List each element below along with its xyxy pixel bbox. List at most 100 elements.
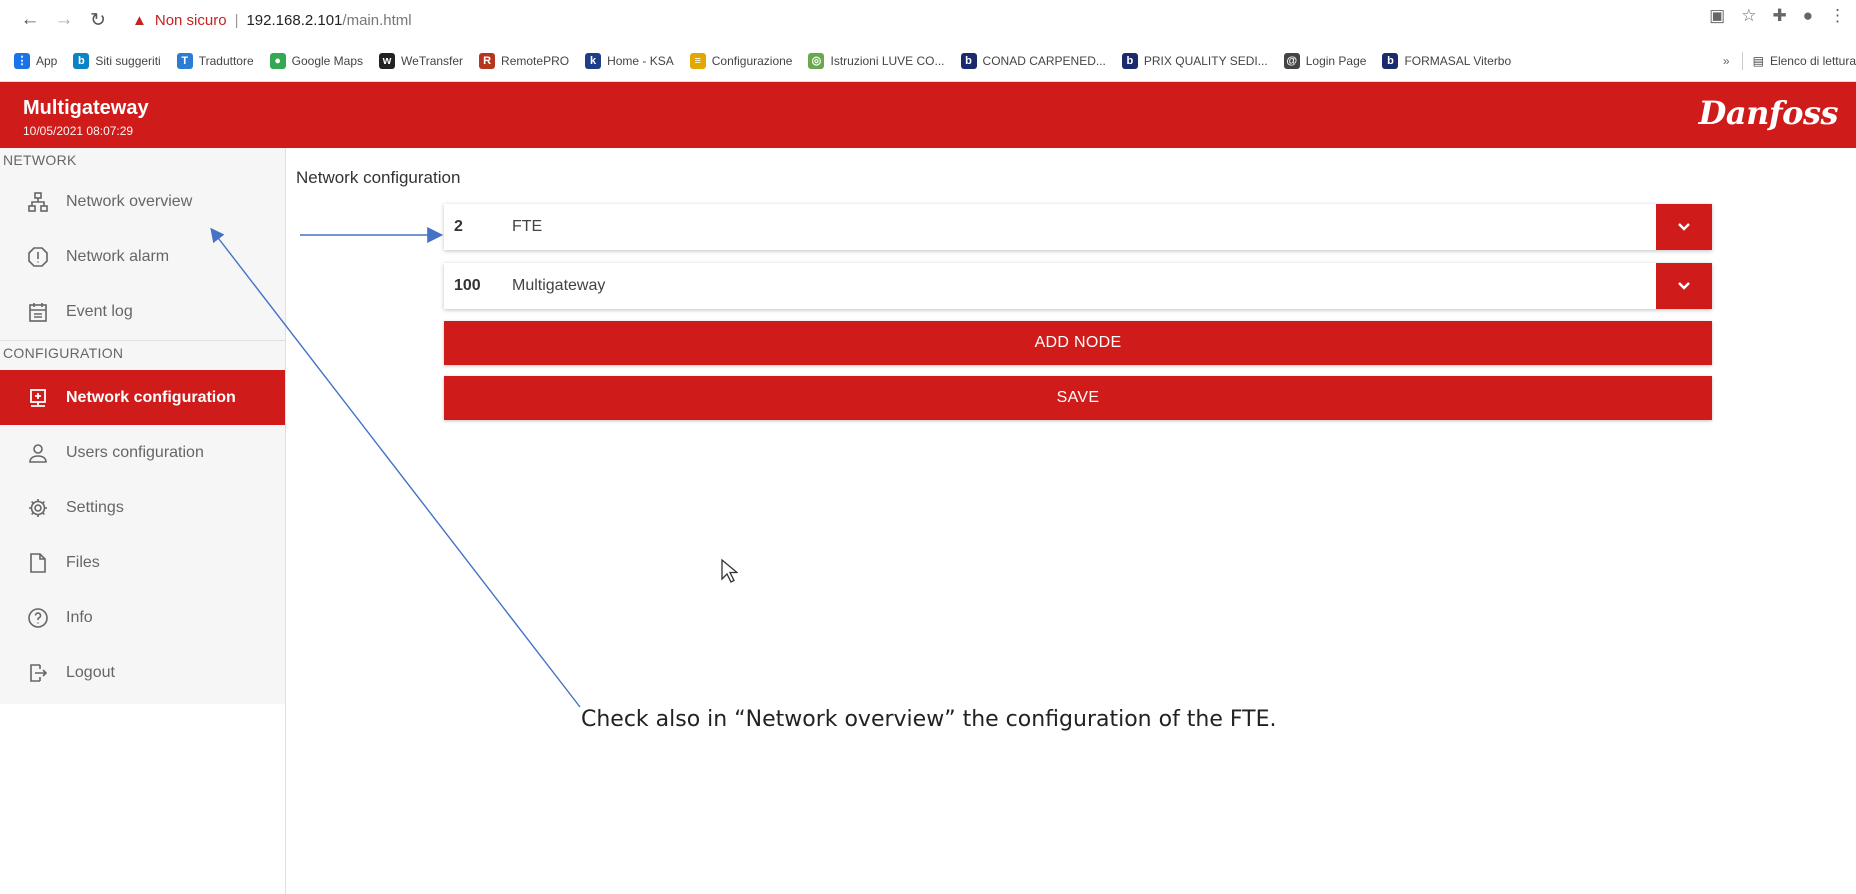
- node-name: FTE: [512, 218, 543, 235]
- bookmark-configurazione[interactable]: ≡ Configurazione: [689, 52, 793, 69]
- bookmark-label: Traduttore: [198, 53, 254, 68]
- sidebar-item-label: Files: [66, 553, 100, 571]
- bookmark-label: Home - KSA: [607, 53, 674, 68]
- bookmark-siti-suggeriti[interactable]: b Siti suggeriti: [73, 52, 161, 69]
- bookmark-label: Google Maps: [291, 53, 364, 68]
- app-datetime: 10/05/2021 08:07:29: [23, 124, 134, 138]
- bookmark-istruzioni-luve[interactable]: ◎ Istruzioni LUVE CO...: [808, 52, 945, 69]
- chevron-down-icon[interactable]: [1656, 263, 1712, 309]
- more-bookmarks-button[interactable]: »: [1723, 54, 1730, 68]
- bookmarks-bar: ⋮ App b Siti suggeriti T Traduttore ● Google…: [0, 40, 1856, 82]
- section-configuration: CONFIGURATION: [0, 340, 285, 361]
- sidebar-item-users-configuration[interactable]: Users configuration: [0, 425, 285, 480]
- extensions-icon[interactable]: ✚: [1772, 6, 1786, 26]
- star-icon[interactable]: ☆: [1741, 6, 1756, 26]
- sidebar-item-label: Network alarm: [66, 247, 170, 265]
- bookmark-label: Login Page: [1305, 53, 1367, 68]
- security-indicator[interactable]: ▲ Non sicuro: [132, 12, 227, 29]
- sidebar-item-label: Users configuration: [66, 443, 204, 461]
- brand-logo: Danfoss: [1698, 94, 1839, 132]
- bookmark-prix-quality[interactable]: b PRIX QUALITY SEDI...: [1121, 52, 1268, 69]
- file-icon: [26, 551, 50, 575]
- chevron-down-icon[interactable]: [1656, 204, 1712, 250]
- sidebar-item-info[interactable]: Info: [0, 590, 285, 645]
- security-label: Non sicuro: [154, 11, 227, 29]
- node-id: 2: [454, 218, 463, 235]
- b-icon: b: [1121, 52, 1138, 69]
- browser-address-bar: ← → ↻ ▲ Non sicuro | 192.168.2.101/main.…: [0, 0, 1856, 40]
- profile-icon[interactable]: ●: [1803, 6, 1813, 26]
- bookmark-conad[interactable]: b CONAD CARPENED...: [960, 52, 1106, 69]
- sidebar-item-label: Logout: [66, 663, 115, 681]
- sidebar-item-label: Network overview: [66, 192, 193, 210]
- stack-icon: ≡: [689, 52, 706, 69]
- sidebar-item-logout[interactable]: Logout: [0, 645, 285, 700]
- section-network: NETWORK: [3, 152, 77, 168]
- network-config-icon: [26, 386, 50, 410]
- reading-list-icon: ▤: [1752, 54, 1764, 68]
- bookmark-label: Configurazione: [711, 53, 793, 68]
- sidebar-item-label: Network configuration: [66, 388, 236, 406]
- node-name: Multigateway: [512, 277, 606, 294]
- page-title: Network configuration: [296, 168, 461, 187]
- bing-icon: b: [73, 52, 90, 69]
- forward-arrow-icon[interactable]: →: [50, 6, 78, 34]
- user-icon: [26, 441, 50, 465]
- sidebar-item-network-overview[interactable]: Network overview: [0, 174, 285, 229]
- event-log-icon: [26, 300, 50, 324]
- add-node-button[interactable]: ADD NODE: [444, 321, 1712, 365]
- node-id: 100: [454, 277, 481, 294]
- sidebar-item-settings[interactable]: Settings: [0, 480, 285, 535]
- wetransfer-icon: w: [379, 52, 396, 69]
- ksa-icon: k: [585, 52, 602, 69]
- save-button[interactable]: SAVE: [444, 376, 1712, 420]
- warning-triangle-icon: ▲: [132, 11, 147, 29]
- sidebar-item-files[interactable]: Files: [0, 535, 285, 590]
- app-title: Multigateway: [23, 97, 149, 119]
- bookmark-formasal[interactable]: b FORMASAL Viterbo: [1382, 52, 1512, 69]
- bookmark-remotepro[interactable]: R RemotePRO: [479, 52, 569, 69]
- bookmark-login-page[interactable]: @ Login Page: [1283, 52, 1367, 69]
- url-field[interactable]: 192.168.2.101/main.html: [246, 12, 411, 29]
- bookmark-label: WeTransfer: [401, 53, 464, 68]
- bookmark-google-maps[interactable]: ● Google Maps: [269, 52, 364, 69]
- annotation-text: Check also in “Network overview” the con…: [581, 707, 1277, 732]
- translate-icon[interactable]: ▣: [1709, 6, 1725, 26]
- url-host: 192.168.2.101: [246, 11, 343, 29]
- bookmark-label: CONAD CARPENED...: [982, 53, 1106, 68]
- app-header: Multigateway 10/05/2021 08:07:29 Danfoss: [0, 82, 1856, 148]
- translator-icon: T: [176, 52, 193, 69]
- bookmark-label: PRIX QUALITY SEDI...: [1143, 53, 1268, 68]
- reading-list-button[interactable]: Elenco di lettura: [1770, 54, 1856, 68]
- sidebar-item-label: Settings: [66, 498, 124, 516]
- bookmark-traduttore[interactable]: T Traduttore: [176, 52, 254, 69]
- bookmark-label: Siti suggeriti: [95, 53, 161, 68]
- url-path: /main.html: [342, 11, 412, 29]
- bookmark-app[interactable]: ⋮ App: [14, 52, 57, 69]
- sidebar-item-label: Event log: [66, 302, 133, 320]
- node-row[interactable]: 2 FTE: [444, 204, 1712, 250]
- remotepro-icon: R: [479, 52, 496, 69]
- help-circle-icon: [26, 606, 50, 630]
- sidebar-item-network-configuration[interactable]: Network configuration: [0, 370, 285, 425]
- bookmark-label: FORMASAL Viterbo: [1404, 53, 1512, 68]
- logout-icon: [26, 661, 50, 685]
- network-topology-icon: [26, 190, 50, 214]
- bookmark-home-ksa[interactable]: k Home - KSA: [585, 52, 674, 69]
- reload-icon[interactable]: ↻: [84, 6, 112, 34]
- globe-icon: ◎: [808, 52, 825, 69]
- back-arrow-icon[interactable]: ←: [16, 6, 44, 34]
- alarm-warning-icon: [26, 245, 50, 269]
- sidebar-item-event-log[interactable]: Event log: [0, 284, 285, 339]
- bookmark-label: Istruzioni LUVE CO...: [830, 53, 945, 68]
- sidebar-item-network-alarm[interactable]: Network alarm: [0, 229, 285, 284]
- maps-pin-icon: ●: [269, 52, 286, 69]
- sidebar-item-label: Info: [66, 608, 93, 626]
- browser-menu-icon[interactable]: ⋮: [1829, 6, 1846, 26]
- node-row[interactable]: 100 Multigateway: [444, 263, 1712, 309]
- apps-grid-icon: ⋮: [14, 52, 30, 69]
- gear-icon: [26, 496, 50, 520]
- sidebar-divider: [285, 148, 286, 894]
- bookmark-wetransfer[interactable]: w WeTransfer: [379, 52, 464, 69]
- swirl-icon: @: [1283, 52, 1300, 69]
